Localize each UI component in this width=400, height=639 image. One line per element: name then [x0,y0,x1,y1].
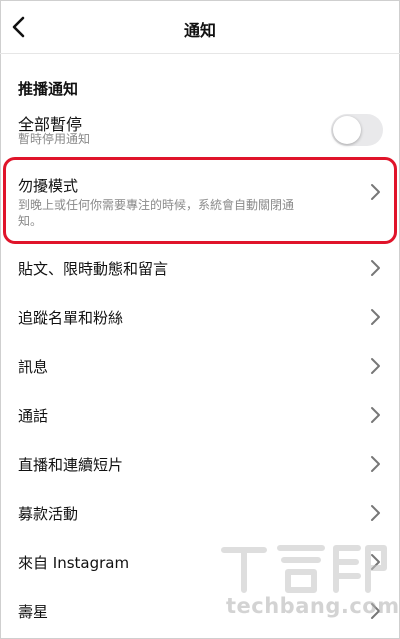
list-item-label: 來自 Instagram [18,554,130,572]
page-title: 通知 [183,21,216,40]
list-item-label: 貼文、限時動態和留言 [18,260,169,278]
list-item-birthdays[interactable]: 壽星 [0,591,400,631]
list-item-calls[interactable]: 通話 [0,395,400,435]
chevron-right-icon [371,505,380,521]
quiet-mode-subtitle-line1: 到晚上或任何你需要專注的時候，系統會自動關閉通 [18,198,295,212]
list-item-following-followers[interactable]: 追蹤名單和粉絲 [0,297,400,337]
quiet-mode-title: 勿擾模式 [18,177,79,195]
chevron-right-icon [371,456,380,472]
pause-all-toggle[interactable] [331,114,383,146]
quiet-mode-subtitle-line2: 知。 [18,214,43,228]
section-header-push: 推播通知 [18,80,79,98]
list-item-live-reels[interactable]: 直播和連續短片 [0,444,400,484]
chevron-right-icon [371,603,380,619]
toggle-knob [333,116,361,144]
list-item-messages[interactable]: 訊息 [0,346,400,386]
list-item-from-instagram[interactable]: 來自 Instagram [0,542,400,582]
chevron-right-icon [371,260,380,276]
pause-all-subtitle: 暫時停用通知 [18,132,91,146]
chevron-right-icon [371,309,380,325]
list-item-posts-stories-comments[interactable]: 貼文、限時動態和留言 [0,248,400,288]
chevron-right-icon [371,407,380,423]
list-item-label: 直播和連續短片 [18,456,124,474]
list-item-fundraisers[interactable]: 募款活動 [0,493,400,533]
list-item-label: 訊息 [18,358,49,376]
quiet-mode-row[interactable]: 勿擾模式 到晚上或任何你需要專注的時候，系統會自動關閉通 知。 [0,162,400,240]
chevron-right-icon [371,554,380,570]
list-item-label: 通話 [18,407,49,425]
list-item-label: 募款活動 [18,505,79,523]
chevron-right-icon [371,184,380,200]
list-item-label: 壽星 [18,603,49,621]
nav-bar: 通知 [0,0,400,54]
chevron-right-icon [371,358,380,374]
list-item-label: 追蹤名單和粉絲 [18,309,124,327]
